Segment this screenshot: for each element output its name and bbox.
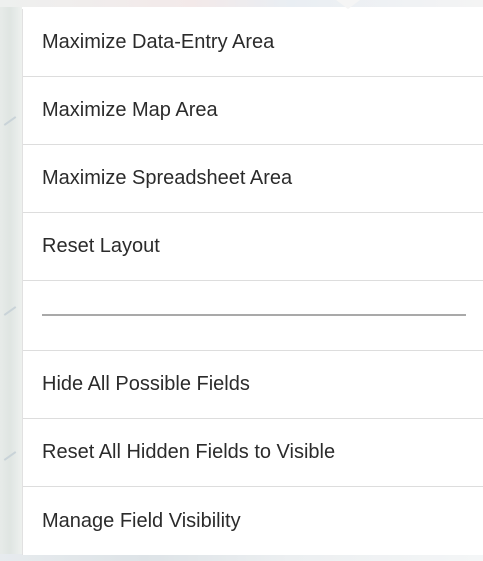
maximize-spreadsheet-area-item[interactable]: Maximize Spreadsheet Area: [23, 145, 483, 213]
menu-item-label: Maximize Data-Entry Area: [42, 31, 275, 53]
manage-field-visibility-item[interactable]: Manage Field Visibility: [23, 487, 483, 555]
map-road: [3, 306, 17, 316]
map-road: [0, 0, 483, 7]
map-road: [3, 451, 17, 461]
maximize-map-area-item[interactable]: Maximize Map Area: [23, 77, 483, 145]
map-road: [0, 554, 483, 561]
reset-hidden-fields-visible-item[interactable]: Reset All Hidden Fields to Visible: [23, 419, 483, 487]
reset-layout-item[interactable]: Reset Layout: [23, 213, 483, 281]
menu-item-label: Reset Layout: [42, 235, 160, 257]
popover-arrow: [336, 0, 360, 9]
menu-item-label: Manage Field Visibility: [42, 509, 241, 532]
menu-item-label: Maximize Map Area: [42, 99, 218, 121]
menu-separator: [23, 281, 483, 351]
map-road: [3, 116, 17, 126]
maximize-data-entry-area-item[interactable]: Maximize Data-Entry Area: [23, 9, 483, 77]
separator-line: [42, 314, 466, 316]
menu-item-label: Hide All Possible Fields: [42, 373, 250, 395]
hide-all-possible-fields-item[interactable]: Hide All Possible Fields: [23, 351, 483, 419]
menu-item-label: Maximize Spreadsheet Area: [42, 167, 293, 189]
layout-menu-popover: Maximize Data-Entry Area Maximize Map Ar…: [22, 9, 483, 555]
menu-item-label: Reset All Hidden Fields to Visible: [42, 441, 336, 463]
